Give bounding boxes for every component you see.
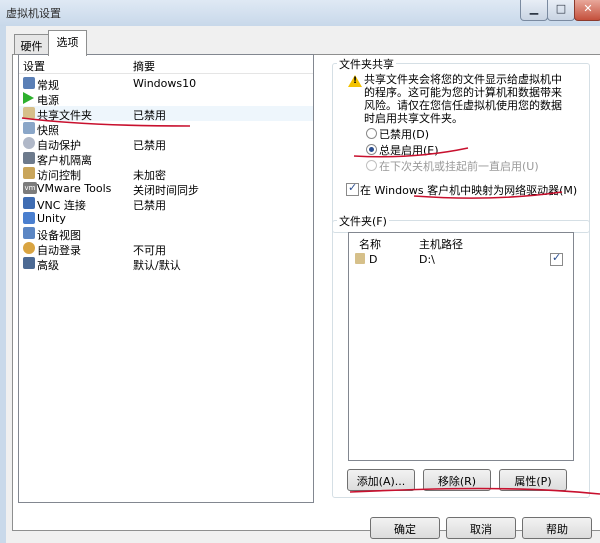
minimize-button[interactable]: ▁ (520, 0, 548, 21)
minimize-icon: ▁ (529, 2, 539, 15)
advanced-icon (23, 257, 35, 269)
radio-until-poweroff-label: 在下次关机或挂起前一直启用(U) (379, 160, 539, 173)
description-line: 风险。请仅在您信任虚拟机使用您的数据 (364, 99, 562, 112)
list-item-vmware-tools[interactable]: vm VMware Tools 关闭时间同步 (19, 181, 313, 197)
help-button[interactable]: 帮助 (522, 517, 592, 539)
list-item-snapshots[interactable]: 快照 (19, 121, 313, 137)
settings-list-header: 设置 摘要 (19, 55, 313, 74)
close-button[interactable]: ✕ (574, 0, 600, 21)
list-item-advanced[interactable]: 高级 默认/默认 (19, 256, 313, 272)
close-icon: ✕ (583, 2, 593, 15)
title-bar: 虚拟机设置 ▁ □ ✕ (0, 0, 600, 26)
list-item-access-control[interactable]: 访问控制 未加密 (19, 166, 313, 182)
list-item-autologin[interactable]: 自动登录 不可用 (19, 241, 313, 257)
tab-options[interactable]: 选项 (48, 30, 87, 56)
folder-sharing-title: 文件夹共享 (337, 56, 396, 72)
description-line: 共享文件夹会将您的文件显示给虚拟机中 (364, 73, 562, 86)
play-icon (23, 92, 34, 104)
vnc-icon (23, 197, 35, 209)
folder-sharing-description: 共享文件夹会将您的文件显示给虚拟机中 的程序。这可能为您的计算机和数据带来 风险… (364, 73, 574, 125)
list-item-label: VMware Tools (37, 182, 112, 195)
autologin-icon (23, 242, 35, 254)
monitor-icon (23, 77, 35, 89)
dialog-client: 硬件 选项 设置 摘要 常规 Windows10 电源 共享文件夹 已禁用 快照 (6, 26, 600, 543)
folder-host-path: D:\ (419, 253, 435, 266)
add-folder-button[interactable]: 添加(A)... (347, 469, 415, 491)
unity-icon (23, 212, 35, 224)
cancel-label: 取消 (470, 523, 492, 536)
tab-hardware-label: 硬件 (20, 40, 43, 53)
maximize-icon: □ (555, 2, 567, 15)
warning-icon: ! (348, 75, 362, 87)
radio-disabled-label[interactable]: 已禁用(D) (379, 126, 429, 142)
list-item-vnc[interactable]: VNC 连接 已禁用 (19, 196, 313, 212)
list-item-general[interactable]: 常规 Windows10 (19, 76, 313, 92)
device-view-icon (23, 227, 35, 239)
autoprotect-icon (23, 137, 35, 149)
folder-icon (355, 253, 365, 264)
list-item-isolation[interactable]: 客户机隔离 (19, 151, 313, 167)
list-item-summary: Windows10 (133, 77, 197, 90)
list-item-autoprotect[interactable]: 自动保护 已禁用 (19, 136, 313, 152)
folder-name: D (369, 253, 378, 266)
radio-disabled[interactable] (366, 128, 377, 139)
col-name-header[interactable]: 名称 (359, 236, 381, 252)
ok-button[interactable]: 确定 (370, 517, 440, 539)
list-item-shared-folders[interactable]: 共享文件夹 已禁用 (19, 106, 313, 122)
maximize-button[interactable]: □ (547, 0, 575, 21)
folder-row[interactable]: D D:\ (349, 251, 573, 267)
folder-enabled-checkbox[interactable] (550, 251, 563, 266)
radio-always-enabled[interactable] (366, 144, 377, 155)
radio-until-poweroff (366, 160, 377, 171)
list-item-label: Unity (37, 212, 66, 225)
help-label: 帮助 (546, 523, 568, 536)
remove-folder-button[interactable]: 移除(R) (423, 469, 491, 491)
list-item-unity[interactable]: Unity (19, 211, 313, 226)
map-network-drive-label[interactable]: 在 Windows 客户机中映射为网络驱动器(M) (360, 182, 577, 198)
folders-list[interactable]: 名称 主机路径 D D:\ (348, 232, 574, 461)
col-host-path-header[interactable]: 主机路径 (419, 236, 463, 252)
folders-title: 文件夹(F) (337, 213, 389, 229)
list-item-label: 高级 (37, 259, 59, 272)
vmware-tools-icon: vm (23, 182, 37, 194)
snapshot-icon (23, 122, 35, 134)
tab-hardware[interactable]: 硬件 (14, 34, 49, 55)
map-network-drive-checkbox[interactable] (346, 181, 359, 196)
cancel-button[interactable]: 取消 (446, 517, 516, 539)
properties-label: 属性(P) (514, 475, 552, 488)
add-folder-label: 添加(A)... (356, 475, 406, 488)
col-summary-header[interactable]: 摘要 (133, 58, 155, 74)
ok-label: 确定 (394, 523, 416, 536)
settings-list[interactable]: 设置 摘要 常规 Windows10 电源 共享文件夹 已禁用 快照 自动保护 … (18, 54, 314, 503)
col-setting-header[interactable]: 设置 (23, 58, 45, 74)
radio-always-enabled-label[interactable]: 总是启用(E) (379, 142, 439, 158)
isolation-icon (23, 152, 35, 164)
window-title: 虚拟机设置 (6, 7, 61, 20)
list-item-summary: 默认/默认 (133, 259, 181, 272)
description-line: 时启用共享文件夹。 (364, 112, 463, 125)
list-item-device-view[interactable]: 设备视图 (19, 226, 313, 242)
description-line: 的程序。这可能为您的计算机和数据带来 (364, 86, 562, 99)
tab-options-label: 选项 (56, 36, 79, 49)
properties-button[interactable]: 属性(P) (499, 469, 567, 491)
list-item-power[interactable]: 电源 (19, 91, 313, 107)
remove-folder-label: 移除(R) (437, 475, 477, 488)
shared-folder-icon (23, 107, 35, 119)
access-control-icon (23, 167, 35, 179)
